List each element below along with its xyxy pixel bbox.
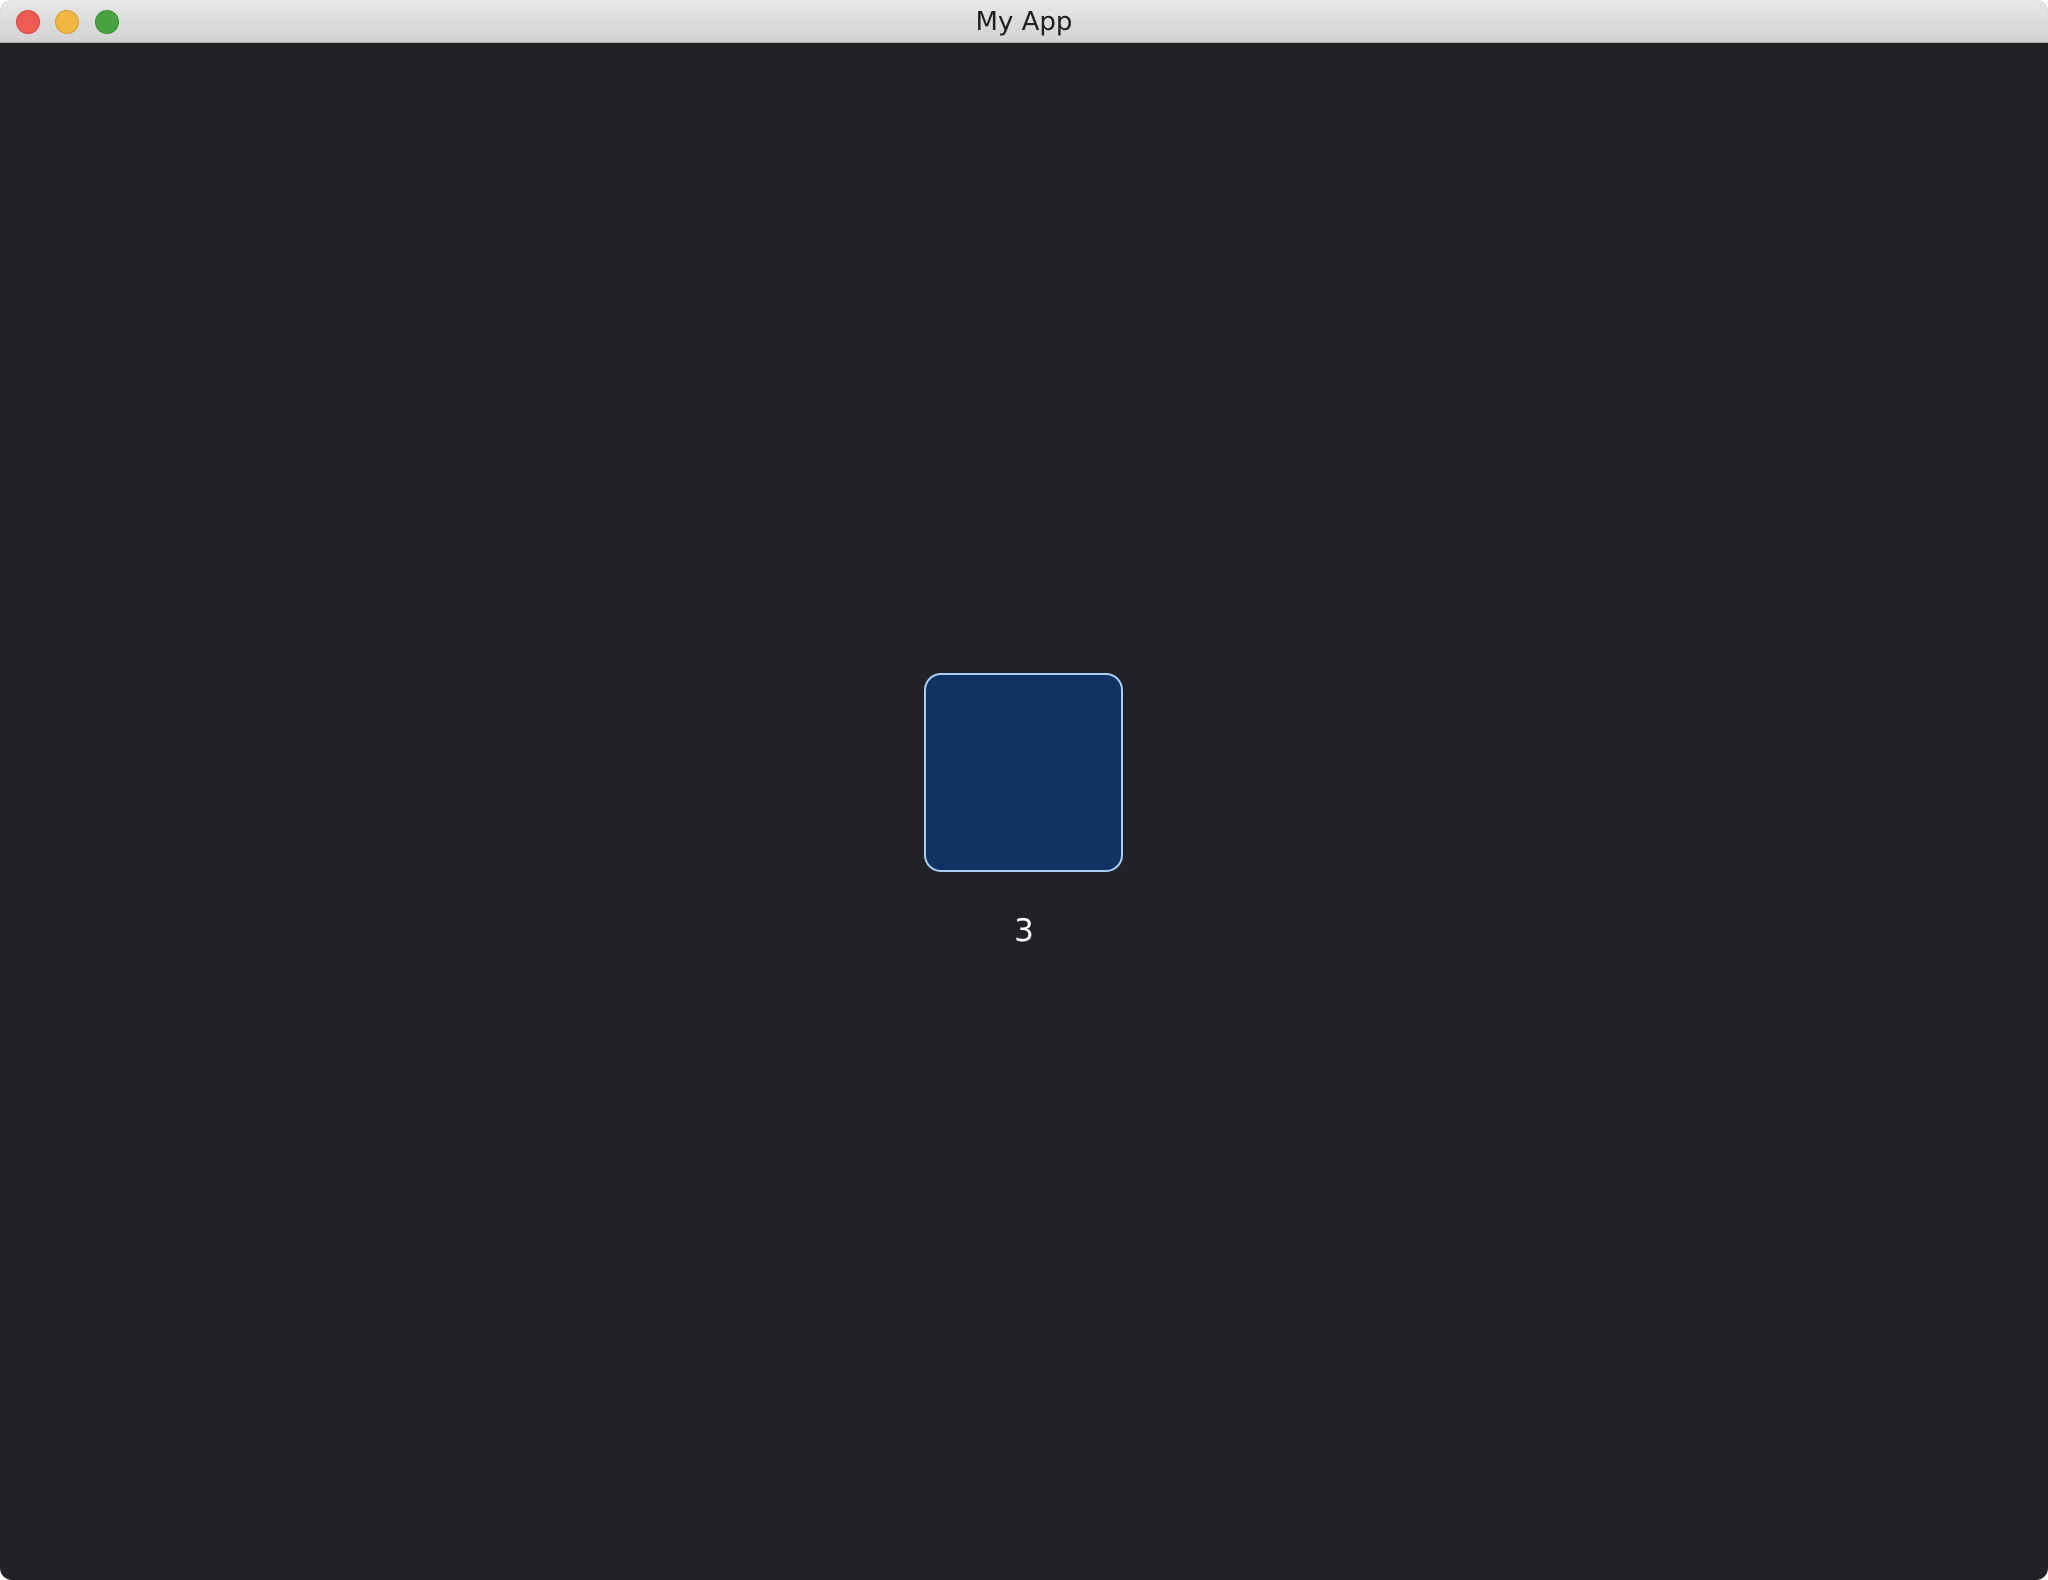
blue-square[interactable] [924,673,1123,872]
app-window: My App 3 [0,0,2048,1580]
main-content: 3 [0,43,2048,1580]
counter-label: 3 [1014,913,1034,949]
title-bar[interactable]: My App [0,0,2048,43]
window-title: My App [975,7,1073,37]
